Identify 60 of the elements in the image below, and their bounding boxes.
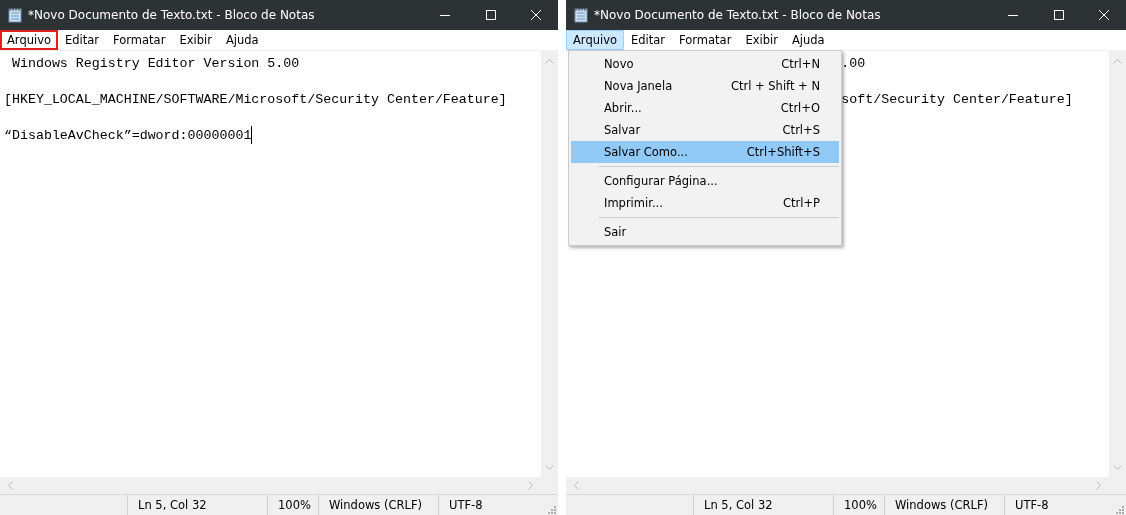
menu-item[interactable]: Ajuda xyxy=(218,30,266,50)
status-text: Ln 5, Col 32 xyxy=(128,495,268,515)
vertical-scrollbar[interactable] xyxy=(541,51,558,477)
shortcut-text: Ctrl + Shift + N xyxy=(730,79,820,93)
text-line: [HKEY_LOCAL_MACHINE/SOFTWARE/Microsoft/Security Center/Feature] xyxy=(4,91,507,107)
menu-item[interactable]: Exibir xyxy=(738,30,785,50)
menu-item[interactable]: Ajuda xyxy=(784,30,832,50)
text-line: soft/Security Center/Feature] xyxy=(841,91,1073,107)
menu-option[interactable]: Novo Ctrl+N xyxy=(571,53,839,75)
resize-grip-icon[interactable] xyxy=(548,506,556,514)
menu-item[interactable]: Formatar xyxy=(672,30,739,50)
close-icon xyxy=(531,10,541,20)
shortcut-text: Ctrl+N xyxy=(781,57,820,71)
text-line: .00 xyxy=(841,55,866,71)
status-text: Ln 5, Col 32 xyxy=(694,495,834,515)
scroll-left-icon[interactable] xyxy=(7,481,13,490)
status-text: Windows (CRLF) xyxy=(885,495,1005,515)
scroll-up-icon[interactable] xyxy=(1113,58,1122,64)
status-text: UTF-8 xyxy=(448,497,484,514)
shortcut-text: Ctrl+P xyxy=(782,196,820,210)
horizontal-scrollbar[interactable] xyxy=(0,477,541,494)
menu-option[interactable]: Imprimir... Ctrl+P xyxy=(571,192,839,214)
menu-option[interactable]: Configurar Página... xyxy=(571,170,839,192)
menu-option[interactable]: Salvar Como... Ctrl+Shift+S xyxy=(571,141,839,163)
maximize-icon xyxy=(486,10,496,20)
status-text: UTF-8 xyxy=(1014,497,1050,514)
window-title: *Novo Documento de Texto.txt - Bloco de Notas xyxy=(594,8,881,22)
status-text: 100% xyxy=(834,495,885,515)
text-line: Windows Registry Editor Version 5.00 xyxy=(10,55,300,71)
menu-option[interactable]: Abrir... Ctrl+O xyxy=(571,97,839,119)
menu-item[interactable]: Exibir xyxy=(172,30,219,50)
menu-item[interactable]: Editar xyxy=(624,30,673,50)
maximize-icon xyxy=(1054,10,1064,20)
close-icon xyxy=(1099,10,1109,20)
shortcut-text: Ctrl+Shift+S xyxy=(746,145,820,159)
horizontal-scrollbar[interactable] xyxy=(566,477,1109,494)
scroll-up-icon[interactable] xyxy=(545,58,554,64)
shortcut-text: Ctrl+O xyxy=(780,101,820,115)
menu-option[interactable]: Salvar Ctrl+S xyxy=(571,119,839,141)
scroll-right-icon[interactable] xyxy=(528,481,534,490)
vertical-scrollbar[interactable] xyxy=(1109,51,1126,477)
shortcut-text: Ctrl+S xyxy=(782,123,820,137)
menu-item[interactable]: Arquivo xyxy=(0,30,59,50)
scroll-right-icon[interactable] xyxy=(1096,481,1102,490)
notepad-icon xyxy=(8,7,22,23)
resize-grip-icon[interactable] xyxy=(1116,506,1124,514)
menu-item[interactable]: Editar xyxy=(58,30,107,50)
status-text: Windows (CRLF) xyxy=(319,495,439,515)
text-area[interactable]: Windows Registry Editor Version 5.00 [HKEY_LOCAL_MACHINE/SOFTWARE/Microsoft/Security Center/Feature] “DisableAvCheck”=dword:00000001 xyxy=(0,51,541,477)
menu-item[interactable]: Arquivo xyxy=(566,30,625,50)
menu-option[interactable]: Nova Janela Ctrl + Shift + N xyxy=(571,75,839,97)
scroll-down-icon[interactable] xyxy=(545,465,554,471)
scroll-down-icon[interactable] xyxy=(1113,465,1122,471)
status-text: 100% xyxy=(268,495,319,515)
notepad-icon xyxy=(574,7,588,23)
text-line: “DisableAvCheck”=dword:00000001 xyxy=(4,127,252,143)
scroll-left-icon[interactable] xyxy=(573,481,579,490)
window-title: *Novo Documento de Texto.txt - Bloco de Notas xyxy=(28,8,315,22)
menu-option[interactable]: Sair xyxy=(571,221,839,243)
menu-item[interactable]: Formatar xyxy=(106,30,173,50)
